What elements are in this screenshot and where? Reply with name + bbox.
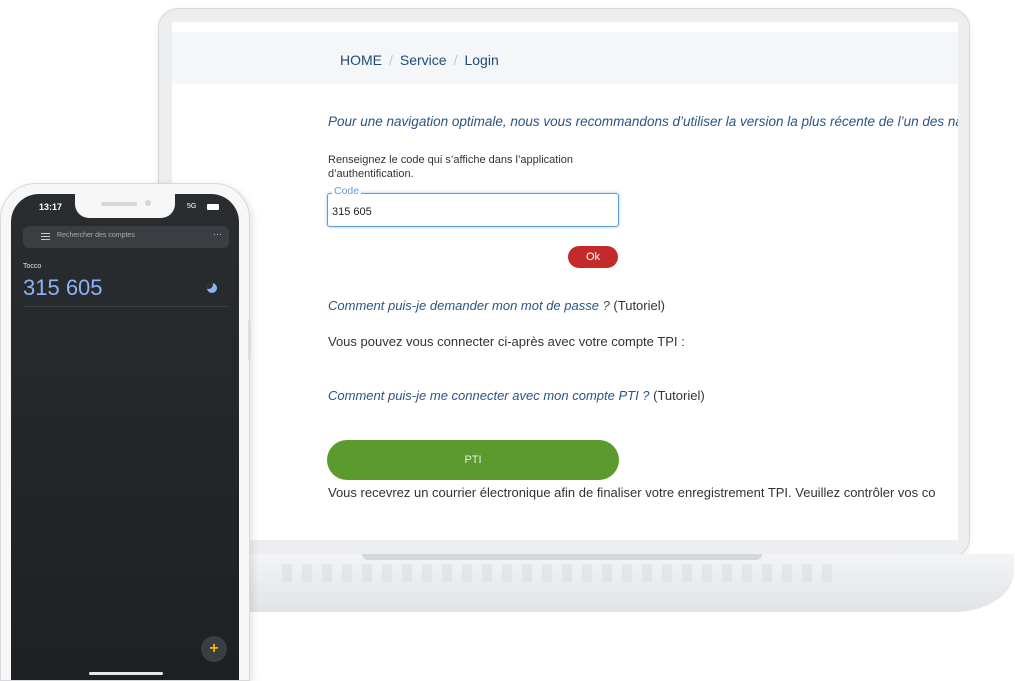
code-instruction: Renseignez le code qui s’affiche dans l’…	[328, 153, 628, 181]
breadcrumb-separator: /	[389, 52, 393, 68]
laptop-keyboard	[282, 564, 842, 582]
status-clock: 13:17	[39, 202, 63, 212]
code-input[interactable]: Code 315 605	[327, 185, 619, 227]
registration-info-text: Vous recevrez un courrier électronique a…	[328, 485, 936, 500]
list-divider	[23, 306, 229, 307]
breadcrumb-separator: /	[453, 52, 458, 68]
battery-icon	[207, 204, 219, 210]
speaker-icon	[101, 202, 137, 206]
breadcrumb: HOME / Service / Login	[340, 52, 499, 68]
search-placeholder: Rechercher des comptes	[57, 232, 135, 239]
phone-side-button	[248, 320, 251, 360]
browser-notice: Pour une navigation optimale, nous vous …	[328, 114, 958, 129]
pti-tutorial-text: (Tutoriel)	[649, 388, 705, 403]
add-icon[interactable]: +	[201, 636, 227, 662]
pti-button[interactable]: PTI	[327, 440, 619, 480]
phone: 13:17 5G Rechercher des comptes ··· Tocc…	[0, 183, 250, 681]
laptop-hinge	[362, 554, 762, 560]
breadcrumb-service[interactable]: Service	[400, 52, 447, 68]
phone-notch	[75, 194, 175, 218]
network-indicator: 5G	[187, 203, 197, 210]
breadcrumb-home[interactable]: HOME	[340, 52, 382, 68]
ok-button[interactable]: Ok	[568, 246, 618, 268]
code-instruction-line: d’authentification.	[328, 168, 414, 180]
account-search-bar[interactable]: Rechercher des comptes ···	[23, 226, 229, 248]
more-options-icon[interactable]: ···	[213, 229, 222, 239]
account-name: Tocco	[23, 263, 42, 270]
otp-code[interactable]: 315 605	[23, 275, 103, 301]
phone-screen: 13:17 5G Rechercher des comptes ··· Tocc…	[11, 194, 239, 680]
tpi-login-text: Vous pouvez vous connecter ci-après avec…	[328, 334, 685, 349]
breadcrumb-bar	[172, 32, 958, 84]
menu-icon[interactable]	[41, 233, 50, 240]
password-tutorial-text: (Tutoriel)	[609, 298, 665, 313]
code-label: Code	[332, 185, 362, 197]
password-help-link[interactable]: Comment puis-je demander mon mot de pass…	[328, 298, 610, 313]
code-value[interactable]: 315 605	[332, 206, 372, 218]
laptop-screen: HOME / Service / Login Pour une navigation o…	[172, 22, 958, 540]
timer-icon	[207, 283, 217, 293]
camera-icon	[145, 200, 151, 206]
code-instruction-line: Renseignez le code qui s’affiche dans l’…	[328, 154, 574, 166]
breadcrumb-login: Login	[464, 52, 499, 68]
home-indicator[interactable]	[89, 672, 163, 675]
password-help-line: Comment puis-je demander mon mot de pass…	[328, 298, 665, 313]
pti-help-link[interactable]: Comment puis-je me connecter avec mon co…	[328, 388, 650, 403]
pti-help-line: Comment puis-je me connecter avec mon co…	[328, 388, 705, 403]
